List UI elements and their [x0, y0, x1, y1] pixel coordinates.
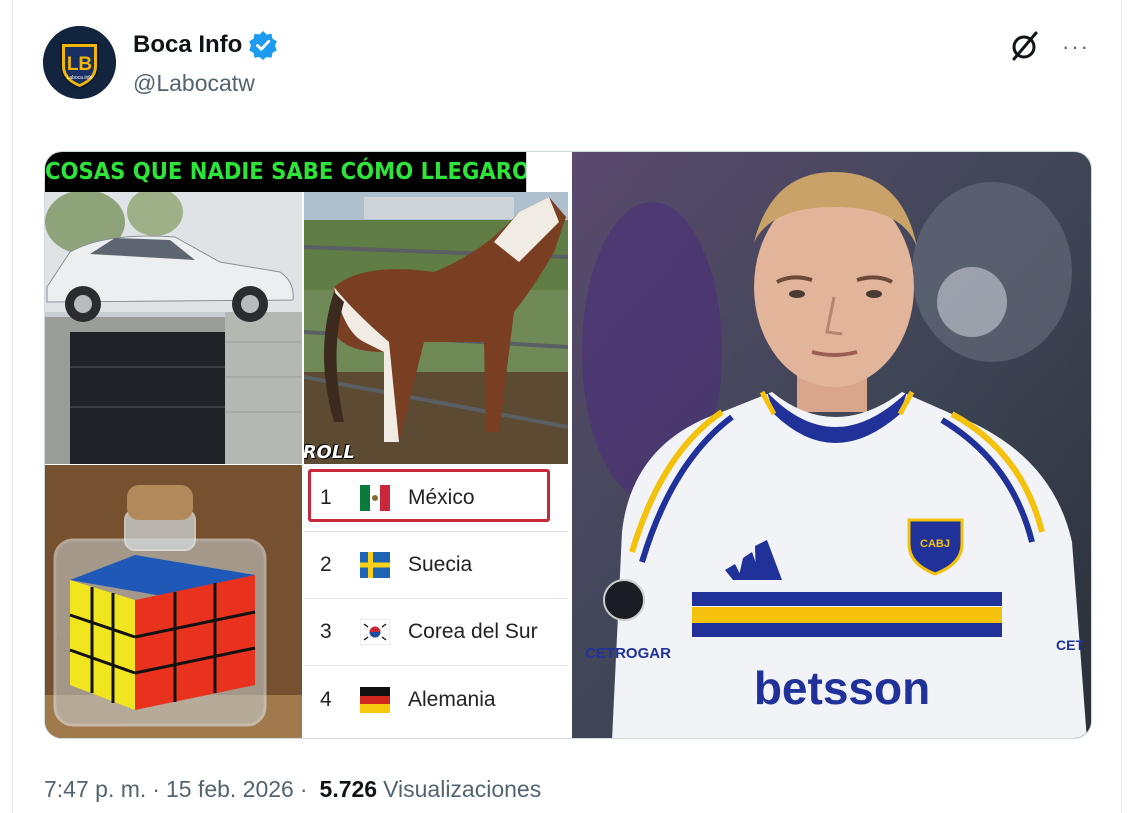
tweet-media: COSAS QUE NADIE SABE CÓMO LLEGARON AHÍ	[44, 151, 1092, 739]
germany-flag-icon	[360, 686, 390, 713]
author-handle[interactable]: @Labocatw	[133, 70, 255, 97]
rank-number: 3	[320, 620, 332, 643]
tweet-actions-top: ···	[1008, 30, 1090, 62]
horse-image: JUANFUTROLL	[304, 192, 568, 464]
author-name-row: Boca Info	[133, 30, 278, 60]
crest-text: CABJ	[920, 538, 950, 550]
car-on-gate-image	[45, 192, 302, 464]
grok-icon[interactable]	[1008, 30, 1040, 62]
separator: ·	[152, 776, 160, 802]
rank-country: Corea del Sur	[408, 620, 538, 643]
more-options-icon[interactable]: ···	[1062, 34, 1090, 58]
ranking-row-4: 4 Alemania	[304, 666, 568, 733]
author-name[interactable]: Boca Info	[133, 31, 242, 59]
meme-watermark: JUANFUTROLL	[304, 442, 355, 463]
tweet-metadata: 7:47 p. m. · 15 feb. 2026 · 5.726 Visual…	[44, 776, 541, 803]
sleeve-text-right: CET	[1056, 637, 1084, 653]
rank-country: Alemania	[408, 687, 496, 711]
ranking-row-2: 2 Suecia	[304, 532, 568, 599]
sponsor-text: betsson	[754, 662, 930, 714]
tweet-time[interactable]: 7:47 p. m.	[44, 776, 146, 803]
separator: ·	[299, 776, 308, 802]
player-illustration: CABJ betsson CETROGAR CET	[572, 152, 1091, 738]
boca-info-logo: LB Laboca.info	[43, 26, 116, 99]
rank-number: 2	[320, 553, 332, 576]
ranking-highlight	[308, 469, 550, 522]
avatar[interactable]: LB Laboca.info	[43, 26, 116, 99]
avatar-text: Laboca.info	[67, 75, 93, 81]
player-photo[interactable]: CABJ betsson CETROGAR CET	[572, 152, 1091, 738]
sleeve-text: CETROGAR	[585, 645, 671, 662]
meme-title: COSAS QUE NADIE SABE CÓMO LLEGARON AHÍ	[45, 152, 527, 192]
views-count: 5.726	[319, 776, 378, 802]
rank-country: Suecia	[408, 553, 473, 576]
rank-number: 4	[320, 687, 332, 711]
sweden-flag-icon	[360, 552, 390, 578]
tweet-date[interactable]: 15 feb. 2026	[166, 776, 294, 803]
ranking-list: 1 México 2 Suecia 3 Corea del Sur 4 Alem…	[304, 465, 568, 738]
views-label: Visualizaciones	[383, 776, 542, 802]
ranking-row-3: 3 Corea del Sur	[304, 599, 568, 666]
ranking-row-1: 1 México	[304, 465, 568, 532]
verified-badge-icon[interactable]	[248, 30, 278, 60]
south-korea-flag-icon	[360, 619, 390, 645]
meme-image[interactable]: COSAS QUE NADIE SABE CÓMO LLEGARON AHÍ	[45, 152, 568, 738]
avatar-letters: LB	[67, 54, 92, 75]
rubiks-cube-bottle-image	[45, 465, 302, 738]
